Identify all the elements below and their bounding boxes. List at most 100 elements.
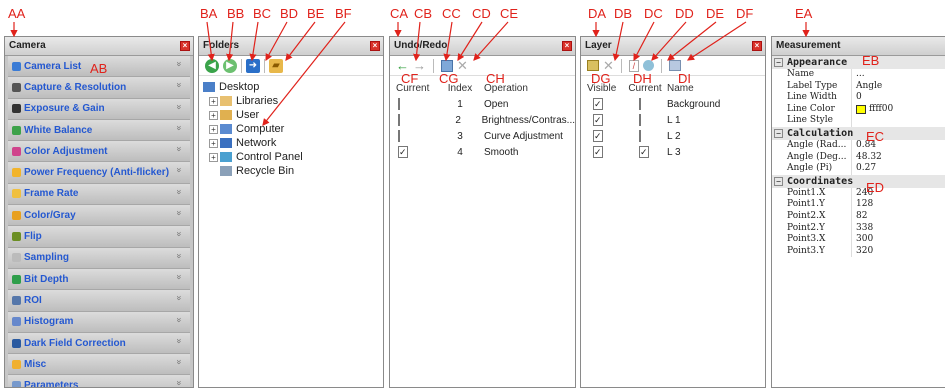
property-section-header[interactable]: − Calculation [772,126,945,140]
property-value[interactable]: 300 [852,234,873,246]
expand-icon[interactable]: + [209,124,218,134]
camera-item[interactable]: Color/Gray » [8,205,190,227]
chevron-down-icon[interactable]: » [174,232,184,237]
property-value[interactable] [852,115,856,127]
layer-row[interactable]: ✓ L 2 [581,128,765,144]
chevron-down-icon[interactable]: » [174,360,184,365]
property-value[interactable]: ... [852,69,865,81]
chevron-down-icon[interactable]: » [174,125,184,130]
chevron-down-icon[interactable]: » [174,381,184,386]
tree-node[interactable]: + Control Panel [203,150,383,164]
open-folder-icon[interactable]: ▰ [269,58,283,73]
property-row[interactable]: Name... [772,69,945,81]
property-row[interactable]: Line Color ffff00 [772,103,945,116]
property-row[interactable]: Point1.X 240 [772,187,945,200]
camera-item[interactable]: Frame Rate » [8,183,190,206]
camera-item[interactable]: Sampling » [8,247,190,269]
chevron-down-icon[interactable]: » [174,147,184,152]
property-row[interactable]: Point2.Y 338 [772,222,945,235]
property-row[interactable]: Label Type Angle [772,80,945,93]
camera-item[interactable]: Power Frequency (Anti-flicker) » [8,162,190,184]
camera-item[interactable]: Capture & Resolution » [8,77,190,99]
camera-item[interactable]: Color Adjustment » [8,141,190,163]
copy-history-icon[interactable] [441,59,453,72]
current-checkbox[interactable] [398,113,400,126]
tree-node[interactable]: + User [203,108,383,122]
camera-item[interactable]: Flip » [8,226,190,248]
property-value[interactable]: 338 [852,223,873,235]
undo-close-button[interactable]: × [562,41,572,51]
tree-node[interactable]: + Network [203,136,383,150]
current-checkbox[interactable] [639,129,641,142]
undo-history-row[interactable]: ✓ 4 Smooth [390,144,575,160]
property-section-header[interactable]: − Coordinates [772,174,945,188]
current-checkbox[interactable]: ✓ [639,145,649,158]
tree-node[interactable]: Recycle Bin [203,164,383,178]
chevron-down-icon[interactable]: » [174,168,184,173]
tree-node[interactable]: + Computer [203,122,383,136]
folders-close-button[interactable]: × [370,41,380,51]
collapse-icon[interactable]: − [774,58,783,67]
property-value[interactable]: ffff00 [852,104,893,116]
property-value[interactable]: 82 [852,211,867,223]
camera-item[interactable]: ROI » [8,290,190,312]
layer-row[interactable]: ✓ L 1 [581,112,765,128]
chevron-down-icon[interactable]: » [174,296,184,301]
forward-icon[interactable]: ▶ [223,58,237,73]
delete-history-icon[interactable]: ✕ [457,58,468,74]
chevron-down-icon[interactable]: » [174,83,184,88]
property-value[interactable]: 0.27 [852,163,876,175]
layer-row[interactable]: ✓ ✓ L 3 [581,144,765,160]
visible-checkbox[interactable]: ✓ [593,113,603,126]
chevron-down-icon[interactable]: » [174,253,184,258]
property-row[interactable]: Point1.Y 128 [772,199,945,211]
chevron-down-icon[interactable]: » [174,104,184,109]
chevron-down-icon[interactable]: » [174,211,184,216]
collapse-icon[interactable]: − [774,176,783,186]
chevron-down-icon[interactable]: » [174,317,184,322]
expand-icon[interactable]: + [209,110,218,120]
property-value[interactable]: 128 [852,199,873,211]
new-layer-icon[interactable] [587,60,599,71]
flatten-layer-icon[interactable] [668,60,681,71]
property-value[interactable]: Angle [852,81,882,93]
undo-history-row[interactable]: 2 Brightness/Contras... [390,112,575,128]
expand-icon[interactable]: + [209,96,218,106]
current-checkbox[interactable] [398,129,400,142]
current-checkbox[interactable] [639,113,641,126]
tree-node[interactable]: + Libraries [203,94,383,108]
layer-properties-icon[interactable]: / [628,59,639,72]
current-checkbox[interactable] [639,97,641,110]
chevron-down-icon[interactable]: » [174,274,184,279]
current-checkbox[interactable]: ✓ [398,145,408,158]
property-value[interactable]: 48.32 [852,152,882,164]
undo-history-row[interactable]: 3 Curve Adjustment [390,128,575,144]
collapse-icon[interactable]: − [774,128,783,138]
camera-item[interactable]: Parameters » [8,375,190,387]
property-row[interactable]: Angle (Deg... 48.32 [772,151,945,164]
property-value[interactable]: 0 [852,92,862,104]
tree-node[interactable]: Desktop [203,80,383,94]
property-row[interactable]: Angle (Rad... 0.84 [772,139,945,152]
chevron-down-icon[interactable]: » [174,189,184,194]
layer-row[interactable]: ✓ Background [581,96,765,112]
property-value[interactable]: 320 [852,246,873,258]
camera-item[interactable]: Bit Depth » [8,268,190,291]
camera-item[interactable]: Misc » [8,354,190,376]
camera-item[interactable]: Exposure & Gain » [8,98,190,120]
property-row[interactable]: Point3.X 300 [772,234,945,246]
property-row[interactable]: Line Width 0 [772,92,945,104]
property-row[interactable]: Point3.Y 320 [772,245,945,258]
expand-icon[interactable]: + [209,152,218,162]
visible-checkbox[interactable]: ✓ [593,129,603,142]
merge-layer-icon[interactable] [642,60,654,71]
visible-checkbox[interactable]: ✓ [593,97,603,110]
property-row[interactable]: Line Style [772,115,945,127]
current-checkbox[interactable] [398,97,400,110]
layer-close-button[interactable]: × [752,41,762,51]
chevron-down-icon[interactable]: » [174,61,184,66]
camera-item[interactable]: Histogram » [8,311,190,333]
go-up-icon[interactable]: ➜ [246,58,260,73]
property-section-header[interactable]: − Appearance [772,56,945,69]
camera-item[interactable]: White Balance » [8,119,190,142]
